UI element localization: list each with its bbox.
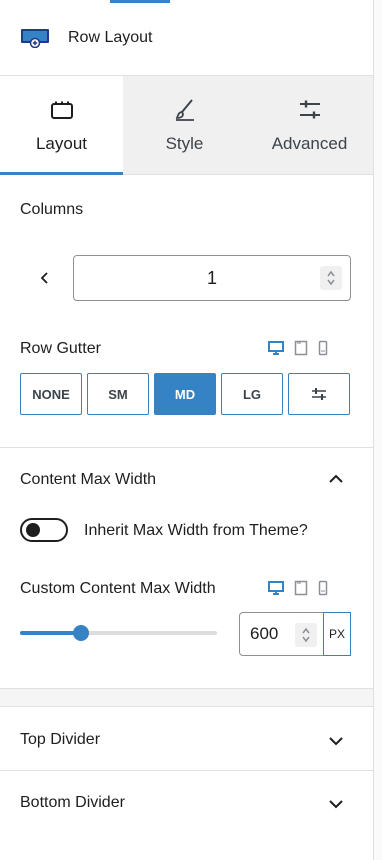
gutter-button-group: NONE SM MD LG — [20, 373, 350, 415]
desktop-icon[interactable] — [268, 341, 284, 355]
chevron-left-icon — [40, 272, 48, 284]
width-slider[interactable] — [20, 625, 217, 641]
tab-layout[interactable]: Layout — [0, 76, 123, 175]
inherit-width-label: Inherit Max Width from Theme? — [84, 522, 308, 539]
columns-input[interactable]: 1 — [73, 255, 351, 301]
tab-bar: Layout Style Advanced — [0, 76, 373, 175]
panel-header: Row Layout — [0, 0, 373, 76]
tab-label: Layout — [35, 134, 88, 153]
width-device-switcher — [268, 580, 328, 596]
section-divider — [0, 447, 373, 448]
panel-title: Row Layout — [68, 28, 153, 46]
layout-icon — [50, 98, 74, 122]
gutter-sm-button[interactable]: SM — [87, 373, 149, 415]
bottom-divider-title[interactable]: Bottom Divider — [20, 794, 125, 812]
mobile-icon[interactable] — [318, 580, 328, 596]
columns-prev-button[interactable] — [36, 266, 54, 290]
unit-button[interactable]: PX — [323, 612, 351, 656]
gutter-md-button[interactable]: MD — [154, 373, 216, 415]
panel-border — [373, 0, 374, 860]
row-gutter-label: Row Gutter — [20, 340, 101, 357]
gutter-lg-button[interactable]: LG — [221, 373, 283, 415]
inherit-width-toggle[interactable] — [20, 518, 68, 542]
tab-label: Style — [165, 134, 204, 153]
spinner-arrows-icon — [302, 627, 310, 643]
custom-width-label: Custom Content Max Width — [20, 580, 216, 597]
gutter-device-switcher — [268, 340, 328, 356]
slider-fill — [20, 631, 82, 635]
chevron-down-icon[interactable] — [328, 733, 344, 749]
section-divider — [0, 770, 373, 771]
section-separator — [0, 688, 373, 707]
sliders-icon — [312, 388, 326, 400]
gutter-custom-button[interactable] — [288, 373, 350, 415]
tab-advanced[interactable]: Advanced — [246, 76, 373, 174]
columns-value: 1 — [206, 267, 217, 288]
tab-style[interactable]: Style — [123, 76, 246, 174]
tab-label: Advanced — [271, 134, 348, 153]
slider-thumb[interactable] — [73, 625, 90, 641]
sliders-icon — [298, 98, 322, 122]
chevron-up-icon[interactable] — [328, 471, 344, 487]
row-layout-icon — [20, 28, 50, 48]
spinner-arrows-icon — [327, 270, 335, 286]
width-number-input[interactable]: 600 — [239, 612, 324, 656]
columns-spinner[interactable] — [320, 266, 342, 290]
mobile-icon[interactable] — [318, 340, 328, 356]
columns-label: Columns — [20, 201, 84, 218]
gutter-none-button[interactable]: NONE — [20, 373, 82, 415]
width-value: 600 — [250, 624, 279, 643]
width-spinner[interactable] — [295, 623, 317, 647]
top-divider-title[interactable]: Top Divider — [20, 731, 100, 749]
content-max-width-title: Content Max Width — [20, 471, 157, 488]
desktop-icon[interactable] — [268, 581, 284, 595]
toggle-knob — [26, 523, 40, 537]
tablet-icon[interactable] — [294, 340, 308, 356]
chevron-down-icon[interactable] — [328, 796, 344, 812]
tablet-icon[interactable] — [294, 580, 308, 596]
scrollbar[interactable] — [374, 0, 382, 860]
brush-icon — [173, 98, 197, 122]
